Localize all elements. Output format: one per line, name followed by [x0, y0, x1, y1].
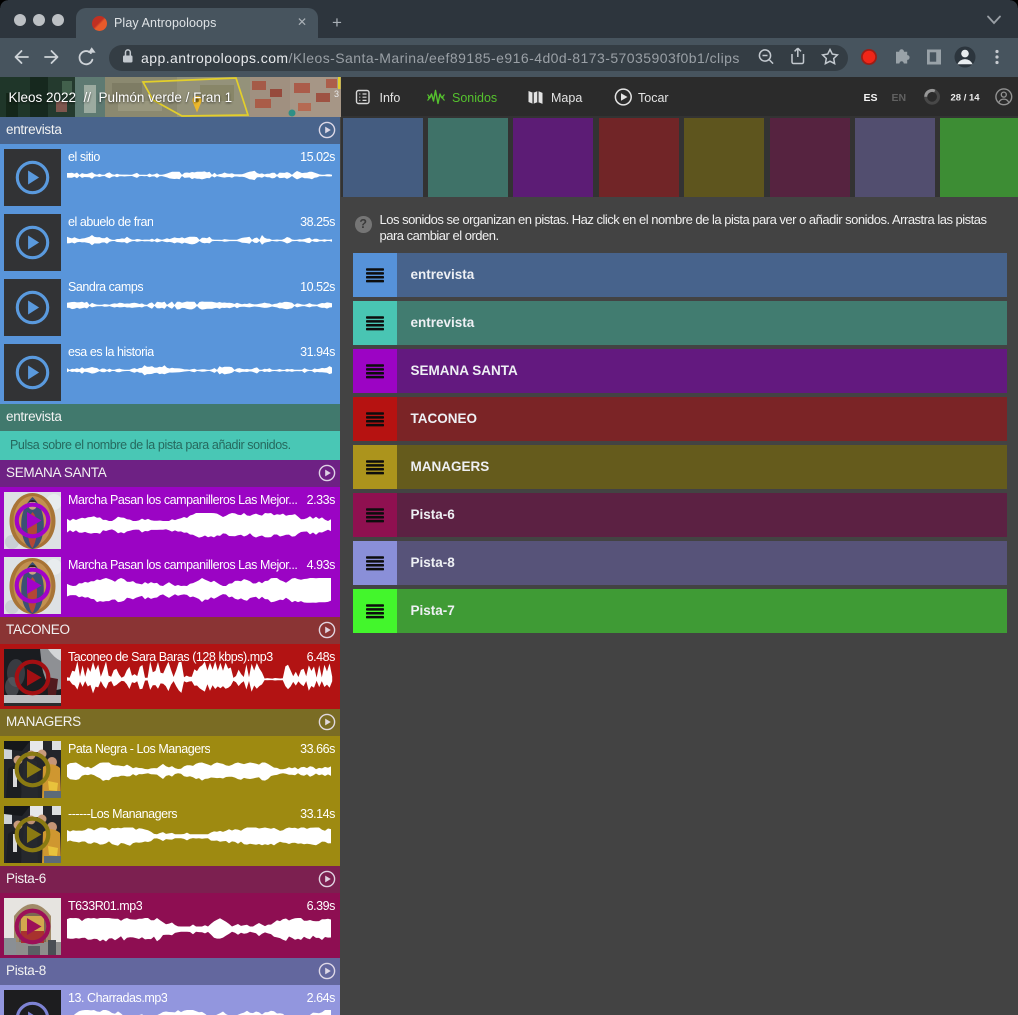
svg-text:ES: ES	[864, 92, 878, 104]
svg-text:Mapa: Mapa	[551, 91, 582, 105]
svg-text:Tocar: Tocar	[638, 91, 669, 105]
svg-text:3: 3	[334, 89, 339, 99]
svg-text:Info: Info	[380, 91, 401, 105]
svg-text:EN: EN	[892, 92, 907, 104]
svg-text:28 / 14: 28 / 14	[951, 93, 981, 104]
svg-text:Sonidos: Sonidos	[452, 91, 497, 105]
